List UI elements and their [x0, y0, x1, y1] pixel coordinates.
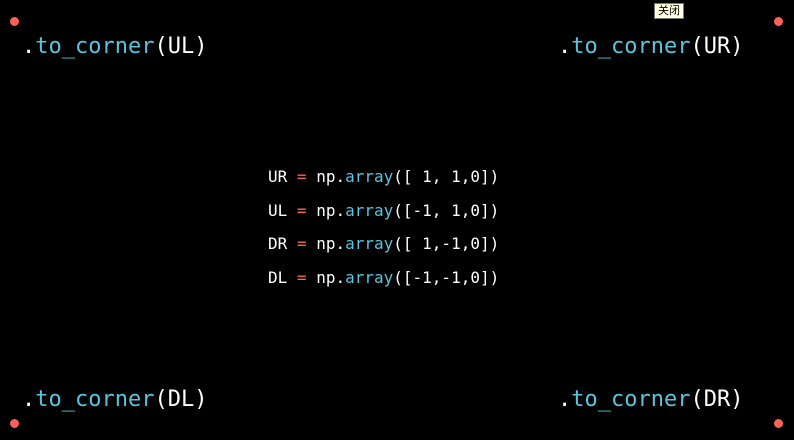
corner-label-ur: .to_corner(UR) [558, 34, 743, 60]
corner-label-dot: . [22, 34, 36, 59]
code-module: np. [316, 167, 346, 186]
corner-dot-ul [10, 17, 19, 26]
corner-label-dr: .to_corner(DR) [558, 387, 743, 413]
corner-label-arg: (UL) [154, 34, 208, 59]
corner-label-dl: .to_corner(DL) [22, 387, 207, 413]
corner-label-dot: . [558, 34, 572, 59]
code-line-dl: DL = np.array([-1,-1,0]) [268, 261, 499, 295]
corner-label-method: to_corner [35, 34, 155, 59]
code-var: DL [268, 267, 288, 287]
code-module: np. [316, 200, 346, 220]
corner-label-arg: (DR) [690, 387, 744, 412]
code-operator: = [296, 200, 307, 220]
code-module: np. [316, 234, 346, 253]
video-frame: .to_corner(UL) .to_corner(UR) .to_corner… [0, 0, 794, 440]
code-operator: = [296, 267, 307, 287]
code-function: array [345, 167, 394, 186]
code-var: UL [268, 200, 288, 220]
code-args: ([ 1, 1,0]) [393, 167, 500, 186]
code-line-ul: UL = np.array([-1, 1,0]) [268, 194, 499, 228]
corner-dot-ur [774, 17, 783, 26]
corner-dot-dr [774, 419, 783, 428]
code-args: ([-1, 1,0]) [393, 200, 500, 220]
code-var: UR [268, 167, 288, 186]
code-line-ur: UR = np.array([ 1, 1,0]) [268, 160, 499, 194]
close-tooltip[interactable]: 关闭 [654, 3, 684, 19]
corner-label-method: to_corner [571, 34, 691, 59]
code-function: array [345, 234, 394, 253]
code-var: DR [268, 234, 288, 253]
code-module: np. [316, 267, 346, 287]
corner-label-arg: (DL) [154, 387, 208, 412]
code-args: ([ 1,-1,0]) [393, 234, 500, 253]
code-operator: = [296, 167, 307, 186]
code-block: UR = np.array([ 1, 1,0]) UL = np.array([… [268, 160, 499, 294]
corner-label-arg: (UR) [690, 34, 744, 59]
corner-label-ul: .to_corner(UL) [22, 34, 207, 60]
code-args: ([-1,-1,0]) [393, 267, 500, 287]
code-line-dr: DR = np.array([ 1,-1,0]) [268, 227, 499, 261]
code-function: array [345, 200, 394, 220]
corner-label-method: to_corner [571, 387, 691, 412]
corner-label-dot: . [22, 387, 36, 412]
corner-label-dot: . [558, 387, 572, 412]
code-operator: = [296, 234, 307, 253]
corner-dot-dl [10, 419, 19, 428]
corner-label-method: to_corner [35, 387, 155, 412]
code-function: array [345, 267, 394, 287]
